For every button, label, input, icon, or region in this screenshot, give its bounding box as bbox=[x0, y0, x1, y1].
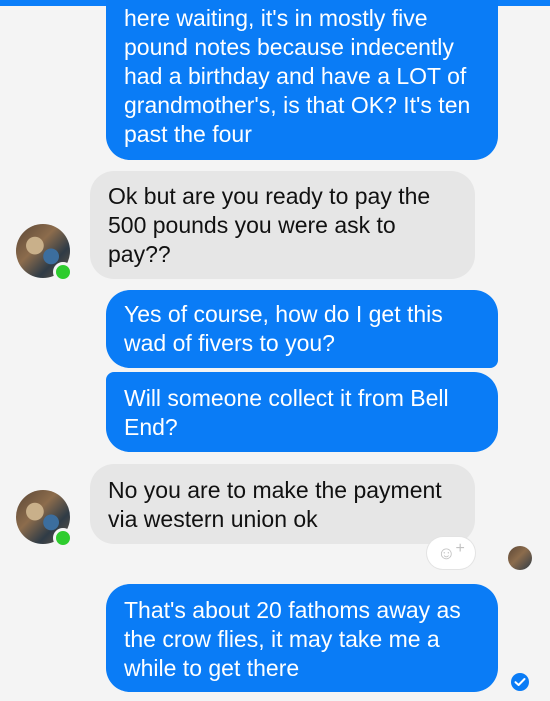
message-bubble-outgoing[interactable]: here waiting, it's in mostly five pound … bbox=[106, 0, 498, 160]
online-status-dot bbox=[53, 528, 73, 548]
message-text: here waiting, it's in mostly five pound … bbox=[124, 5, 471, 147]
message-bubble-outgoing[interactable]: Will someone collect it from Bell End? bbox=[106, 372, 498, 452]
delivered-check-icon bbox=[511, 673, 529, 691]
online-status-dot bbox=[53, 262, 73, 282]
message-bubble-incoming[interactable]: Ok but are you ready to pay the 500 poun… bbox=[90, 171, 475, 279]
message-text: Ok but are you ready to pay the 500 poun… bbox=[108, 183, 431, 267]
add-reaction-button[interactable]: ☺+ bbox=[427, 537, 475, 569]
message-text: That's about 20 fathoms away as the crow… bbox=[124, 597, 461, 681]
seen-avatar-icon bbox=[508, 546, 532, 570]
message-text: Yes of course, how do I get this wad of … bbox=[124, 301, 443, 356]
message-bubble-incoming[interactable]: No you are to make the payment via weste… bbox=[90, 464, 475, 544]
smiley-add-icon: ☺ bbox=[437, 543, 456, 563]
plus-icon: + bbox=[455, 540, 465, 557]
message-bubble-outgoing[interactable]: Yes of course, how do I get this wad of … bbox=[106, 290, 498, 368]
message-text: No you are to make the payment via weste… bbox=[108, 477, 442, 532]
message-text: Will someone collect it from Bell End? bbox=[124, 385, 449, 440]
message-bubble-outgoing[interactable]: That's about 20 fathoms away as the crow… bbox=[106, 584, 498, 692]
